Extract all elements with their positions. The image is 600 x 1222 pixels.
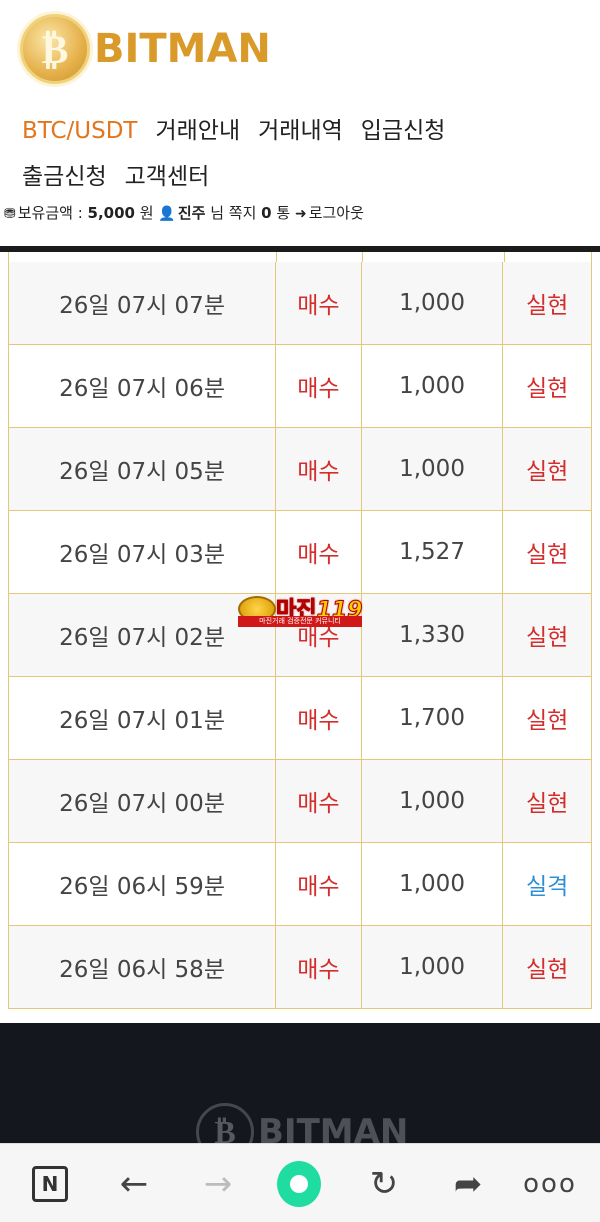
cell-amount: 1,700: [362, 677, 504, 759]
messages-link[interactable]: 님 쪽지: [210, 204, 256, 222]
balance-label: 보유금액 :: [17, 204, 83, 222]
nav-item-withdraw[interactable]: 출금신청: [22, 154, 107, 200]
cell-amount: 1,000: [362, 926, 504, 1008]
cell-amount: 1,527: [362, 511, 504, 593]
cell-result: 실현: [525, 376, 569, 402]
user-info-bar: ⛃ 보유금액 : 5,000 원 👤 진주 님 쪽지 0 통 ➜ 로그아웃: [4, 202, 364, 223]
site-header: ₿ BITMAN BTC/USDT 거래안내 거래내역 입금신청출금신청 고객센터 ⛃ 보…: [0, 0, 600, 248]
table-row: 26일 07시 00분 매수 1,000 실현: [8, 760, 592, 843]
cell-time: 26일 07시 03분: [9, 511, 277, 593]
margin119-watermark: 마진119 마진거래 검증전문 커뮤니티: [236, 594, 364, 628]
trade-history-table: 26일 07시 07분 매수 1,000 실현 26일 07시 06분 매수 1…: [8, 252, 592, 1009]
cell-type: 매수: [276, 428, 362, 510]
balance-unit: 원: [139, 204, 154, 222]
bitcoin-coin-icon: ₿: [20, 14, 90, 84]
message-unit: 통: [276, 204, 291, 222]
nav-item-btc-usdt[interactable]: BTC/USDT: [22, 108, 137, 154]
table-row: 26일 06시 58분 매수 1,000 실현: [8, 926, 592, 1009]
arrow-left-icon: ←: [119, 1164, 149, 1204]
share-icon: ➦: [453, 1164, 483, 1204]
cell-type: 매수: [276, 760, 362, 842]
watermark-subtitle: 마진거래 검증전문 커뮤니티: [238, 616, 362, 627]
cell-time: 26일 07시 05분: [9, 428, 277, 510]
cell-amount: 1,000: [362, 760, 504, 842]
cell-amount: 1,000: [362, 345, 504, 427]
reload-button[interactable]: ↻: [362, 1162, 406, 1206]
cell-time: 26일 07시 07분: [9, 262, 277, 344]
cell-type: 매수: [276, 345, 362, 427]
green-circle-icon: [277, 1161, 321, 1207]
coins-icon: ⛃: [4, 206, 16, 222]
table-row: 26일 07시 01분 매수 1,700 실현: [8, 677, 592, 760]
cell-time: 26일 06시 59분: [9, 843, 277, 925]
nav-item-trade-guide[interactable]: 거래안내: [155, 108, 240, 154]
cell-result: 실현: [525, 542, 569, 568]
table-row: 26일 07시 06분 매수 1,000 실현: [8, 345, 592, 428]
arrow-right-icon: →: [203, 1164, 233, 1204]
naver-n-icon: N: [32, 1166, 68, 1202]
cell-amount: 1,330: [362, 594, 504, 676]
cell-type: 매수: [276, 677, 362, 759]
table-row: 26일 07시 03분 매수 1,527 실현: [8, 511, 592, 594]
username: 진주: [177, 204, 206, 222]
cell-result: 실격: [525, 874, 569, 900]
nav-item-deposit[interactable]: 입금신청: [361, 108, 446, 154]
cell-time: 26일 07시 01분: [9, 677, 277, 759]
cell-type: 매수: [276, 843, 362, 925]
more-dots-icon: ooo: [523, 1169, 577, 1199]
browser-toolbar: N ← → ↻ ➦ ooo: [0, 1143, 600, 1222]
cell-time: 26일 07시 06분: [9, 345, 277, 427]
cell-time: 26일 06시 58분: [9, 926, 277, 1008]
site-logo[interactable]: ₿ BITMAN: [20, 14, 271, 84]
logout-icon: ➜: [294, 206, 307, 222]
cell-amount: 1,000: [362, 262, 504, 344]
cell-result: 실현: [525, 791, 569, 817]
share-button[interactable]: ➦: [446, 1162, 490, 1206]
cell-amount: 1,000: [362, 843, 504, 925]
back-button[interactable]: ←: [112, 1162, 156, 1206]
balance-value: 5,000: [87, 204, 135, 222]
cell-result: 실현: [525, 293, 569, 319]
logo-letter: ₿: [41, 25, 69, 73]
table-row: 26일 06시 59분 매수 1,000 실격: [8, 843, 592, 926]
reload-icon: ↻: [369, 1164, 399, 1204]
table-row: 26일 07시 05분 매수 1,000 실현: [8, 428, 592, 511]
logo-text: BITMAN: [94, 26, 271, 72]
table-row-partial: [8, 252, 592, 262]
cell-time: 26일 07시 00분: [9, 760, 277, 842]
cell-type: 매수: [276, 511, 362, 593]
message-count: 0: [261, 204, 272, 222]
nav-item-customer-center[interactable]: 고객센터: [125, 154, 210, 200]
cell-amount: 1,000: [362, 428, 504, 510]
cell-result: 실현: [525, 957, 569, 983]
cell-result: 실현: [525, 459, 569, 485]
table-row: 26일 07시 07분 매수 1,000 실현: [8, 262, 592, 345]
naver-home-button[interactable]: N: [28, 1162, 72, 1206]
nav-item-trade-history[interactable]: 거래내역: [258, 108, 343, 154]
user-icon: 👤: [158, 206, 176, 222]
cell-type: 매수: [276, 926, 362, 1008]
cell-type: 매수: [276, 262, 362, 344]
cell-result: 실현: [525, 708, 569, 734]
main-nav: BTC/USDT 거래안내 거래내역 입금신청출금신청 고객센터: [22, 108, 582, 200]
logout-link[interactable]: 로그아웃: [309, 204, 364, 222]
table-body: 26일 07시 07분 매수 1,000 실현 26일 07시 06분 매수 1…: [8, 262, 592, 1009]
cell-result: 실현: [525, 625, 569, 651]
forward-button[interactable]: →: [196, 1162, 240, 1206]
green-dot-button[interactable]: [277, 1161, 321, 1207]
more-button[interactable]: ooo: [523, 1162, 575, 1206]
